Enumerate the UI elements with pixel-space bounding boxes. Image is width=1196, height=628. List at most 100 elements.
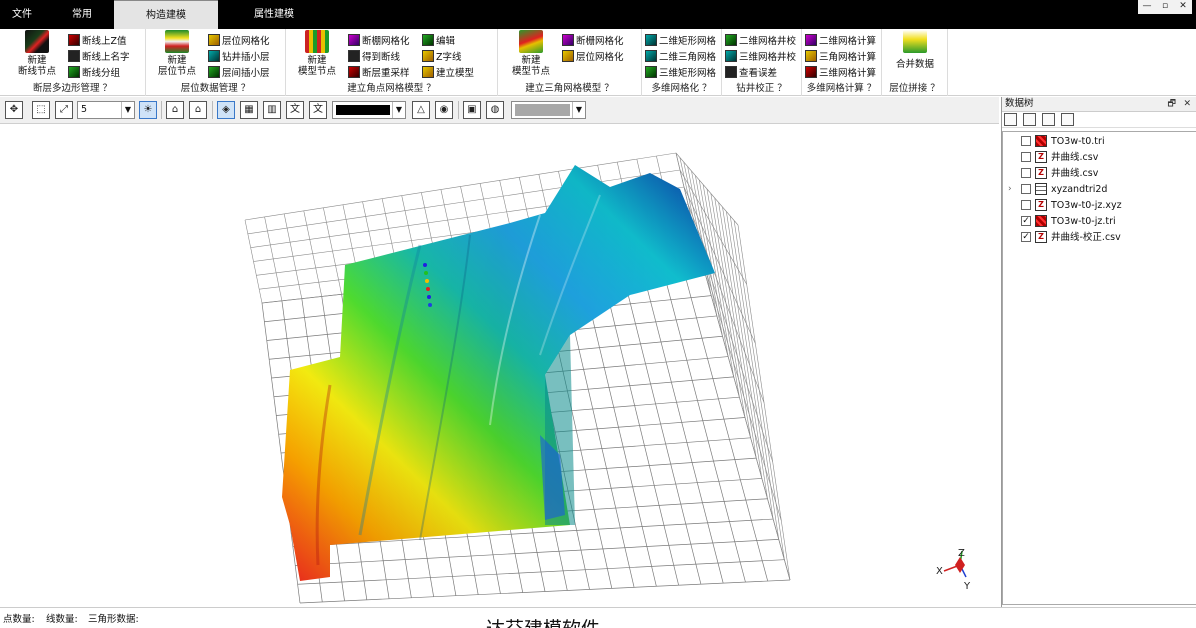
z-line-button[interactable]: Z字线 — [422, 48, 462, 63]
surface-scene: Z X Y — [244, 152, 971, 604]
well-correct-3d-button[interactable]: 三维网格井校 — [725, 48, 796, 63]
horizon-surface — [282, 165, 715, 581]
tree-item-checkbox[interactable] — [1021, 168, 1031, 178]
pin-button[interactable]: 🗗 — [1168, 97, 1176, 111]
new-tri-model-node-button[interactable]: 新建 模型节点 — [508, 30, 554, 77]
window-controls: — ▫ ✕ — [1138, 0, 1192, 14]
house-view-alt-button[interactable]: ⌂ — [189, 101, 207, 119]
camera-button[interactable]: ◉ — [435, 101, 453, 119]
fault-name-button[interactable]: 断线上名字 — [68, 48, 130, 63]
tree-item-checkbox[interactable] — [1021, 136, 1031, 146]
tree-item-label: xyzandtri2d — [1051, 184, 1108, 195]
tri-horizon-grid-button[interactable]: 层位网格化 — [562, 48, 624, 63]
top-view-button[interactable]: ◈ — [217, 101, 235, 119]
panel-close-button[interactable]: ✕ — [1183, 97, 1191, 111]
menu-property-modeling[interactable]: 属性建模 — [228, 0, 320, 29]
3d-viewport[interactable]: Z X Y — [0, 125, 999, 607]
zoom-box-button[interactable]: ⬚ — [32, 101, 50, 119]
minimize-button[interactable]: — — [1138, 0, 1156, 14]
zoom-select[interactable]: 5 ▼ — [77, 101, 135, 119]
tree-tool-3-icon[interactable] — [1042, 113, 1055, 126]
group-label: 钻井校正 ？ — [736, 83, 787, 94]
background-select[interactable]: ▼ — [511, 101, 586, 119]
tree-item[interactable]: Z TO3w-t0-jz.xyz — [1003, 198, 1195, 213]
tree-item-checkbox[interactable]: ✓ — [1021, 232, 1031, 242]
rect-grid-2d-button[interactable]: 二维矩形网格 — [645, 32, 716, 47]
tree-item[interactable]: TO3w-t0.tri — [1003, 134, 1195, 149]
pan-button[interactable]: ✥ — [5, 101, 23, 119]
tree-item[interactable]: ✓ Z 井曲线-校正.csv — [1003, 230, 1195, 245]
grid-calc-3d-button[interactable]: 三维网格计算 — [805, 64, 876, 79]
rect-grid-3d-icon — [645, 65, 657, 78]
group-label: 层位数据管理 ？ — [180, 83, 251, 94]
group-label: 建立角点网格模型 ？ — [347, 83, 436, 94]
house-view-button[interactable]: ⌂ — [166, 101, 184, 119]
new-horizon-node-button[interactable]: 新建 层位节点 — [154, 30, 200, 77]
text-plus-button[interactable]: 文 — [286, 101, 304, 119]
tree-item-checkbox[interactable] — [1021, 152, 1031, 162]
menu-structure-modeling[interactable]: 构造建模 — [114, 0, 218, 29]
light-button[interactable]: ☀ — [139, 101, 157, 119]
view-toolbar: ✥ ⬚ ⤢ 5 ▼ ☀ ⌂ ⌂ ◈ ▦ ▥ 文 文 ▼ △ ◉ ▣ ◍ ▼ — [0, 97, 999, 124]
tree-item-checkbox[interactable]: ✓ — [1021, 216, 1031, 226]
status-points: 点数量: — [3, 614, 35, 625]
tree-item[interactable]: › xyzandtri2d — [1003, 182, 1195, 197]
tree-item[interactable]: Z 井曲线.csv — [1003, 166, 1195, 181]
group-label: 建立三角网格模型 ？ — [525, 83, 614, 94]
fault-fence-grid-button[interactable]: 断栅网格化 — [562, 32, 624, 47]
text-button[interactable]: 文 — [309, 101, 327, 119]
fault-group-button[interactable]: 断线分组 — [68, 64, 120, 79]
tree-item-checkbox[interactable] — [1021, 200, 1031, 210]
frame-button[interactable]: ▣ — [463, 101, 481, 119]
merge-data-button[interactable]: 合并数据 — [892, 30, 938, 70]
tree-tool-2-icon[interactable] — [1023, 113, 1036, 126]
clip-button[interactable]: ◍ — [486, 101, 504, 119]
axis-z-label: Z — [958, 548, 965, 559]
tree-tool-1-icon[interactable] — [1004, 113, 1017, 126]
axis-button[interactable]: △ — [412, 101, 430, 119]
color-select[interactable]: ▼ — [332, 101, 406, 119]
grid-calc-2d-button[interactable]: 二维网格计算 — [805, 32, 876, 47]
tree-tool-4-icon[interactable] — [1061, 113, 1074, 126]
tree-item[interactable]: ✓ TO3w-t0-jz.tri — [1003, 214, 1195, 229]
expand-chevron-icon[interactable]: › — [1008, 182, 1012, 197]
rect-grid-3d-button[interactable]: 三维矩形网格 — [645, 64, 716, 79]
restore-button[interactable]: ▫ — [1156, 0, 1174, 14]
section-view-button[interactable]: ▥ — [263, 101, 281, 119]
view-error-button[interactable]: 查看误差 — [725, 64, 777, 79]
tree-item-label: TO3w-t0-jz.xyz — [1051, 200, 1122, 211]
close-button[interactable]: ✕ — [1174, 0, 1192, 14]
fault-z-button[interactable]: 断线上Z值 — [68, 32, 127, 47]
menu-file[interactable]: 文件 — [0, 0, 44, 29]
mesh-view-button[interactable]: ▦ — [240, 101, 258, 119]
interlayer-sublayer-button[interactable]: 层间插小层 — [208, 64, 270, 79]
fit-view-button[interactable]: ⤢ — [55, 101, 73, 119]
fault-name-icon — [68, 49, 80, 62]
tri-file-icon — [1035, 215, 1047, 227]
new-model-node-button[interactable]: 新建 模型节点 — [294, 30, 340, 77]
tree-item-checkbox[interactable] — [1021, 184, 1031, 194]
grid-file-icon — [1035, 183, 1047, 195]
status-triangles: 三角形数据: — [88, 614, 139, 625]
tree-item[interactable]: Z 井曲线.csv — [1003, 150, 1195, 165]
fault-mesh-button[interactable]: 断棚网格化 — [348, 32, 410, 47]
menu-common[interactable]: 常用 — [56, 0, 108, 29]
fault-resample-button[interactable]: 断层重采样 — [348, 64, 410, 79]
horizon-grid-icon — [208, 33, 220, 46]
fault-mesh-icon — [348, 33, 360, 46]
build-model-button[interactable]: 建立模型 — [422, 64, 474, 79]
tri-grid-calc-button[interactable]: 三角网格计算 — [805, 48, 876, 63]
new-fault-node-button[interactable]: 新建 断线节点 — [14, 30, 60, 77]
well-correct-2d-button[interactable]: 二维网格井校 — [725, 32, 796, 47]
well-sublayer-button[interactable]: 钻井插小层 — [208, 48, 270, 63]
get-fault-line-button[interactable]: 得到断线 — [348, 48, 400, 63]
ribbon: 新建 断线节点 断线上Z值 断线上名字 断线分组 断层多边形管理 ？ 新建 层位… — [0, 29, 1196, 96]
tri-grid-2d-button[interactable]: 二维三角网格 — [645, 48, 716, 63]
edit-button[interactable]: 编辑 — [422, 32, 455, 47]
rect-grid-2d-icon — [645, 33, 657, 46]
caption-text: 达芬建模软件 — [486, 614, 600, 628]
tri-file-icon — [1035, 135, 1047, 147]
horizon-grid-button[interactable]: 层位网格化 — [208, 32, 270, 47]
csv-file-icon: Z — [1035, 231, 1047, 243]
chevron-down-icon: ▼ — [572, 102, 585, 118]
